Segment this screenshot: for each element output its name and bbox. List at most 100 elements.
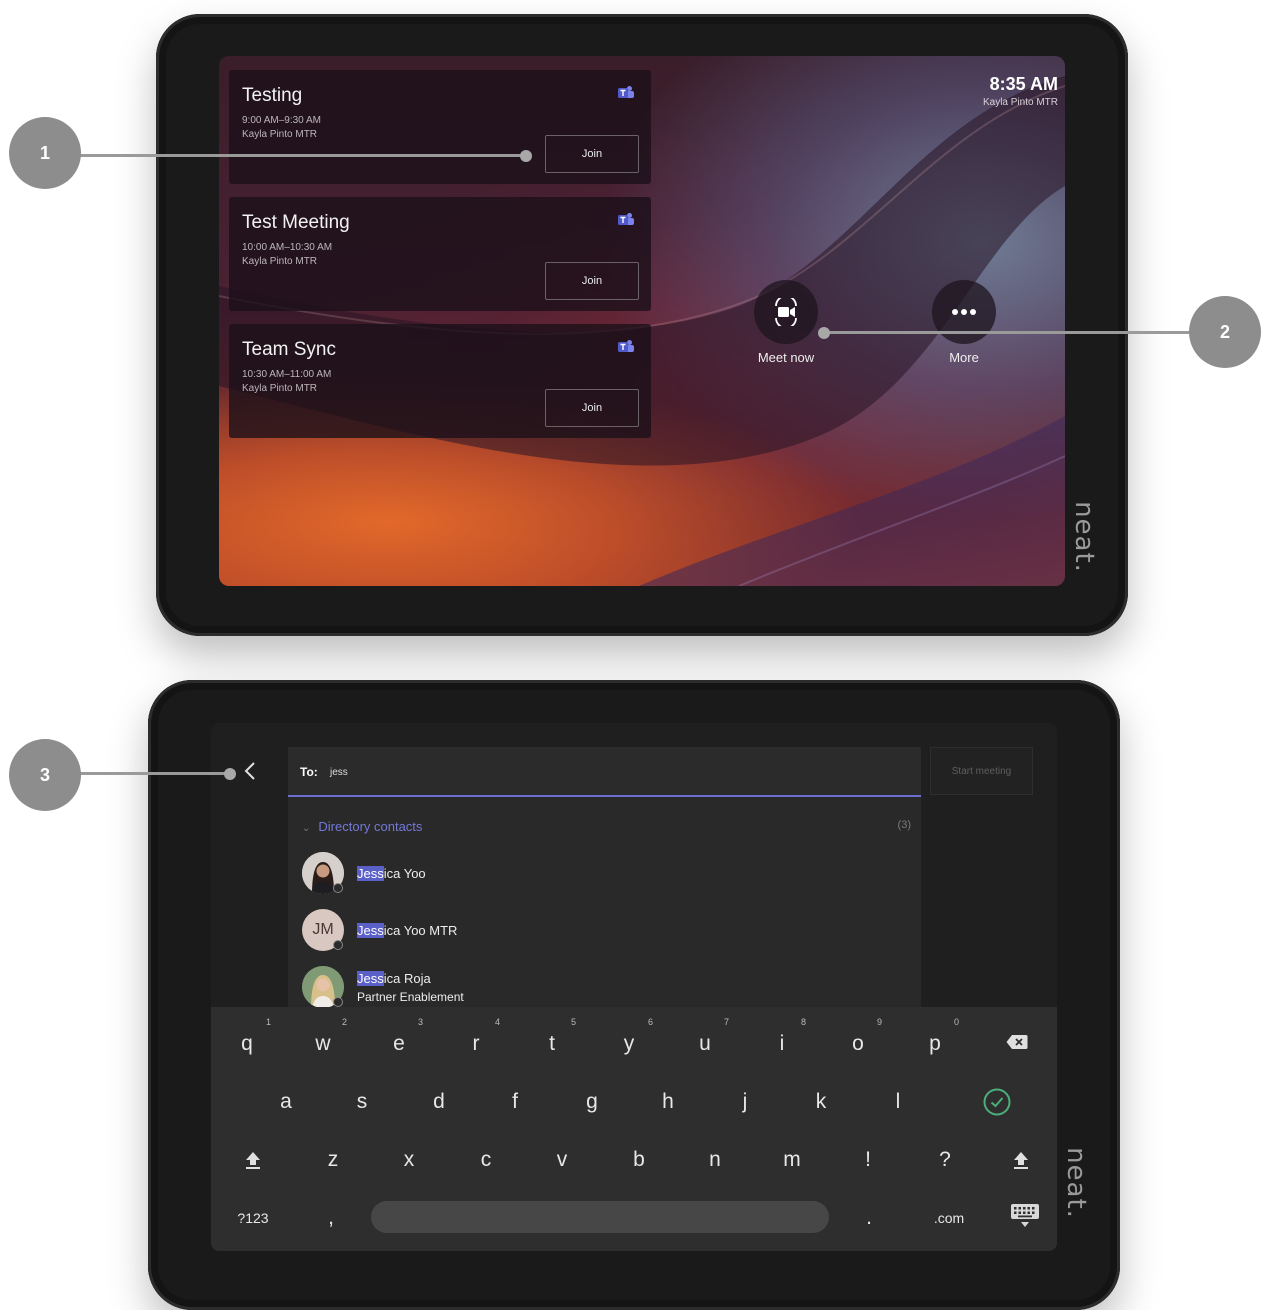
directory-header-label: Directory contacts [318, 819, 423, 834]
clock-room-name: Kayla Pinto MTR [982, 97, 1058, 108]
meeting-room: Kayla Pinto MTR [242, 129, 318, 140]
callout-3-line [80, 772, 230, 775]
meeting-card[interactable]: Testing 9:00 AM–9:30 AM Kayla Pinto MTR … [229, 70, 651, 184]
teams-icon [618, 340, 634, 352]
join-button[interactable]: Join [545, 262, 639, 300]
key-o[interactable]: o9 [828, 1017, 888, 1069]
backspace-icon [1006, 1035, 1028, 1049]
directory-count: (3) [897, 819, 911, 831]
callout-3-dot [224, 768, 236, 780]
to-label: To: [300, 765, 318, 779]
contact-name: Jessica Yoo [357, 866, 426, 881]
clock-time: 8:35 AM [989, 74, 1058, 94]
key-k[interactable]: k [791, 1077, 851, 1127]
invite-screen: To: jess Start meeting ⌄ Directory contac… [211, 723, 1057, 1251]
comma-key[interactable]: , [301, 1193, 361, 1243]
key-j[interactable]: j [715, 1077, 775, 1127]
match-highlight: Jess [357, 866, 384, 881]
join-button[interactable]: Join [545, 389, 639, 427]
to-input[interactable]: jess [330, 767, 348, 778]
backspace-key[interactable] [987, 1017, 1047, 1067]
video-camera-icon [775, 298, 797, 326]
contact-subtitle: Partner Enablement [357, 990, 464, 1004]
key-h[interactable]: h [638, 1077, 698, 1127]
key-f[interactable]: f [485, 1077, 545, 1127]
to-field[interactable]: To: jess [288, 747, 921, 797]
callout-2-line [822, 331, 1190, 334]
callout-1-dot [520, 150, 532, 162]
neat-logo: neat. [1069, 501, 1100, 573]
keyboard-hide-icon [1011, 1204, 1039, 1227]
join-button[interactable]: Join [545, 135, 639, 173]
contact-name: Jessica Roja [357, 971, 431, 986]
contact-item[interactable]: JM Jessica Yoo MTR [302, 909, 902, 953]
key-n[interactable]: n [685, 1135, 745, 1185]
key-p[interactable]: p0 [905, 1017, 965, 1069]
key-a[interactable]: a [256, 1077, 316, 1127]
key-exclamation[interactable]: ! [838, 1135, 898, 1185]
key-x[interactable]: x [379, 1135, 439, 1185]
key-z[interactable]: z [303, 1135, 363, 1185]
back-chevron-icon[interactable] [239, 759, 261, 783]
key-i[interactable]: i8 [752, 1017, 812, 1069]
key-q[interactable]: q1 [217, 1017, 277, 1069]
meet-now-label: Meet now [757, 350, 815, 365]
meet-now-circle [754, 280, 818, 344]
teams-icon [618, 86, 634, 98]
meeting-card[interactable]: Team Sync 10:30 AM–11:00 AM Kayla Pinto … [229, 324, 651, 438]
shift-key-left[interactable] [223, 1135, 283, 1185]
meeting-title: Team Sync [242, 339, 336, 360]
key-c[interactable]: c [456, 1135, 516, 1185]
chevron-down-icon: ⌄ [302, 823, 311, 834]
contact-name-rest: ica Yoo MTR [383, 923, 458, 938]
onscreen-keyboard: q1 w2 e3 r4 t5 y6 u7 i8 o9 p0 a s d f g … [211, 1007, 1057, 1251]
key-e[interactable]: e3 [369, 1017, 429, 1069]
key-d[interactable]: d [409, 1077, 469, 1127]
key-g[interactable]: g [562, 1077, 622, 1127]
callout-3: 3 [9, 739, 81, 811]
teams-icon [618, 213, 634, 225]
spacebar[interactable] [371, 1201, 829, 1233]
key-s[interactable]: s [332, 1077, 392, 1127]
key-u[interactable]: u7 [675, 1017, 735, 1069]
contact-item[interactable]: Jessica Yoo [302, 852, 902, 896]
key-b[interactable]: b [609, 1135, 669, 1185]
meeting-time: 10:30 AM–11:00 AM [242, 369, 332, 380]
meeting-time: 9:00 AM–9:30 AM [242, 115, 321, 126]
start-meeting-button[interactable]: Start meeting [930, 747, 1033, 795]
key-m[interactable]: m [762, 1135, 822, 1185]
callout-2-dot [818, 327, 830, 339]
key-question[interactable]: ? [915, 1135, 975, 1185]
key-t[interactable]: t5 [522, 1017, 582, 1069]
symbols-key[interactable]: ?123 [223, 1193, 283, 1243]
match-highlight: Jess [357, 923, 384, 938]
presence-indicator [333, 940, 343, 950]
presence-indicator [333, 997, 343, 1007]
directory-header[interactable]: ⌄ Directory contacts [302, 819, 422, 834]
meeting-room: Kayla Pinto MTR [242, 256, 318, 267]
enter-key[interactable] [967, 1077, 1027, 1127]
meeting-card[interactable]: Test Meeting 10:00 AM–10:30 AM Kayla Pin… [229, 197, 651, 311]
key-y[interactable]: y6 [599, 1017, 659, 1069]
key-w[interactable]: w2 [293, 1017, 353, 1069]
meet-now-button[interactable]: Meet now [741, 280, 831, 365]
presence-indicator [333, 883, 343, 893]
callout-1: 1 [9, 117, 81, 189]
key-l[interactable]: l [868, 1077, 928, 1127]
more-label: More [949, 350, 979, 365]
shift-key-right[interactable] [991, 1135, 1051, 1185]
more-dots-icon [952, 309, 976, 315]
neat-logo: neat. [1061, 1147, 1092, 1219]
contact-name: Jessica Yoo MTR [357, 923, 457, 938]
more-button[interactable]: More [919, 280, 1009, 365]
key-v[interactable]: v [532, 1135, 592, 1185]
dotcom-key[interactable]: .com [919, 1193, 979, 1243]
key-r[interactable]: r4 [446, 1017, 506, 1069]
hide-keyboard-key[interactable] [995, 1191, 1055, 1241]
shift-arrow-icon [1014, 1152, 1028, 1169]
contact-item[interactable]: Jessica Roja Partner Enablement [302, 966, 902, 1010]
period-key[interactable]: . [839, 1193, 899, 1243]
tablet-bottom: To: jess Start meeting ⌄ Directory contac… [148, 680, 1120, 1310]
match-highlight: Jess [357, 971, 384, 986]
shift-arrow-icon [246, 1152, 260, 1169]
